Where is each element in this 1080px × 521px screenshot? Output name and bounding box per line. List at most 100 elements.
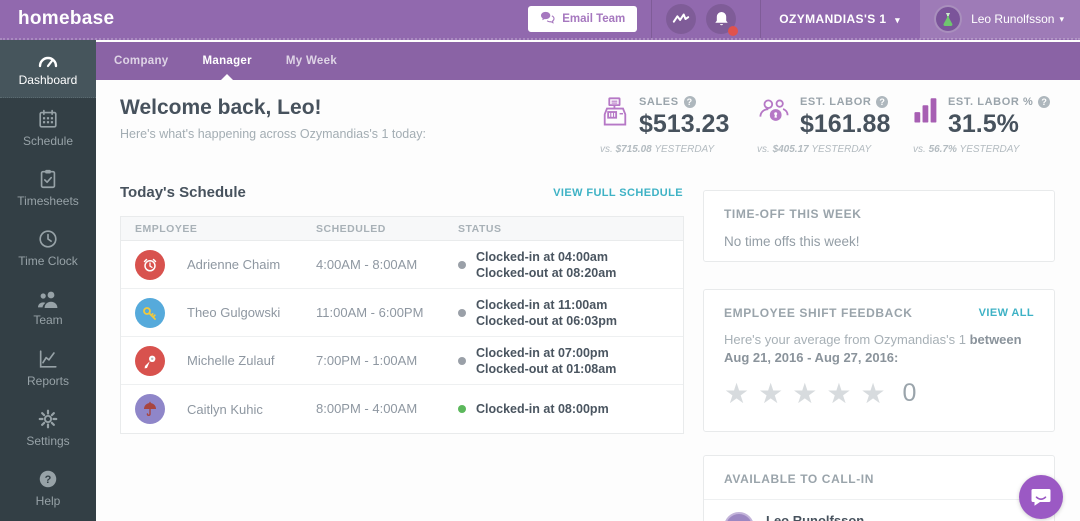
scheduled-time: 8:00PM - 4:00AM: [316, 401, 417, 416]
help-tooltip-icon[interactable]: ?: [1038, 96, 1050, 108]
help-icon: ?: [37, 468, 59, 490]
star-icon: ★: [826, 377, 851, 410]
sidebar-item-team[interactable]: Team: [0, 278, 96, 338]
notifications-button[interactable]: [706, 4, 736, 34]
page-title: Welcome back, Leo!: [120, 96, 322, 120]
bar-chart-icon: [913, 96, 939, 126]
stat-value: $513.23: [639, 110, 729, 139]
chat-smile-icon: [1030, 487, 1052, 507]
stat-label: SALES: [639, 96, 679, 108]
avatar: [135, 250, 165, 280]
clock-icon: [37, 228, 59, 250]
status-text: Clocked-in at 08:00pm: [476, 401, 609, 417]
status-text: Clocked-in at 07:00pm Clocked-out at 01:…: [476, 345, 616, 377]
user-name: Leo Runolfsson: [971, 12, 1054, 26]
support-chat-button[interactable]: [1019, 475, 1063, 519]
table-row: Theo Gulgowski 11:00AM - 6:00PM Clocked-…: [121, 289, 683, 337]
tab-my-week[interactable]: My Week: [282, 42, 341, 80]
team-group-icon: [757, 96, 791, 126]
sidebar-item-label: Help: [36, 494, 61, 508]
activity-button[interactable]: [666, 4, 696, 34]
header-divider: [651, 0, 652, 38]
header-divider: [760, 0, 761, 38]
status-dot: [458, 261, 466, 269]
status-dot: [458, 405, 466, 413]
scheduled-time: 7:00PM - 1:00AM: [316, 353, 417, 368]
microphone-icon: [142, 353, 158, 369]
star-icon: ★: [792, 377, 817, 410]
bell-icon: [714, 11, 729, 27]
timeoff-body: No time offs this week!: [724, 234, 1034, 249]
rating-stars: ★★★★★ 0: [724, 377, 1034, 410]
stat-label: EST. LABOR %: [948, 96, 1033, 108]
callin-employee-name: Leo Runolfsson: [766, 513, 864, 521]
sidebar-item-reports[interactable]: Reports: [0, 338, 96, 398]
stat-comparison: vs. $715.08 YESTERDAY: [600, 144, 729, 155]
table-row: Caitlyn Kuhic 8:00PM - 4:00AM Clocked-in…: [121, 385, 683, 433]
rating-value: 0: [903, 379, 917, 408]
key-icon: [142, 305, 158, 321]
stat-value: $161.88: [800, 110, 890, 139]
help-tooltip-icon[interactable]: ?: [876, 96, 888, 108]
stat-value: 31.5%: [948, 110, 1050, 139]
sidebar-item-label: Team: [33, 313, 62, 327]
activity-icon: [672, 12, 690, 26]
chat-bubble-icon: [540, 11, 555, 27]
feedback-panel: EMPLOYEE SHIFT FEEDBACK VIEW ALL Here's …: [703, 289, 1055, 432]
tab-company[interactable]: Company: [110, 42, 173, 80]
table-row: Adrienne Chaim 4:00AM - 8:00AM Clocked-i…: [121, 241, 683, 289]
status-dot: [458, 357, 466, 365]
callin-title: AVAILABLE TO CALL-IN: [724, 472, 1034, 486]
employee-name: Theo Gulgowski: [187, 305, 280, 320]
sidebar-item-label: Timesheets: [17, 194, 79, 208]
divider: [704, 499, 1054, 500]
status-dot: [458, 309, 466, 317]
company-selector[interactable]: OZYMANDIAS'S 1 ▾: [779, 12, 900, 26]
sidebar: Dashboard Schedule Timesheets Time Clock…: [0, 40, 96, 521]
sidebar-item-schedule[interactable]: Schedule: [0, 98, 96, 158]
homebase-dashboard: homebase Email Team OZYMANDIAS'S 1 ▾: [0, 0, 1080, 521]
cash-register-icon: [600, 96, 630, 128]
sidebar-item-help[interactable]: ? Help: [0, 458, 96, 518]
tab-manager[interactable]: Manager: [199, 42, 256, 80]
sidebar-item-label: Schedule: [23, 134, 73, 148]
sidebar-item-label: Time Clock: [18, 254, 78, 268]
avatar: [135, 298, 165, 328]
sidebar-item-dashboard[interactable]: Dashboard: [0, 40, 96, 98]
star-icon: ★: [860, 377, 885, 410]
umbrella-icon: [142, 401, 158, 417]
view-full-schedule-link[interactable]: VIEW FULL SCHEDULE: [553, 187, 683, 199]
help-tooltip-icon[interactable]: ?: [684, 96, 696, 108]
sidebar-item-timesheets[interactable]: Timesheets: [0, 158, 96, 218]
stat-comparison: vs. $405.17 YESTERDAY: [757, 144, 890, 155]
sidebar-item-settings[interactable]: Settings: [0, 398, 96, 458]
callin-panel: AVAILABLE TO CALL-IN Leo Runolfsson EMPL…: [703, 455, 1055, 521]
table-row: Michelle Zulauf 7:00PM - 1:00AM Clocked-…: [121, 337, 683, 385]
avatar: [135, 394, 165, 424]
homebase-logo: homebase: [0, 8, 114, 30]
chevron-down-icon: ▾: [895, 15, 900, 25]
chevron-down-icon: ▾: [1059, 14, 1064, 25]
column-header-scheduled: SCHEDULED: [316, 223, 458, 235]
team-icon: [36, 289, 60, 309]
view-all-link[interactable]: VIEW ALL: [979, 307, 1034, 319]
employee-name: Michelle Zulauf: [187, 353, 274, 368]
stat-label: EST. LABOR: [800, 96, 871, 108]
feedback-body: Here's your average from Ozymandias's 1 …: [724, 331, 1034, 367]
clipboard-icon: [37, 168, 59, 190]
user-menu[interactable]: Leo Runolfsson ▾: [920, 0, 1080, 39]
calendar-icon: [37, 108, 59, 130]
stat-est-labor-pct: EST. LABOR %? 31.5% vs. 56.7% YESTERDAY: [913, 96, 1050, 155]
sidebar-item-time-clock[interactable]: Time Clock: [0, 218, 96, 278]
employee-name: Caitlyn Kuhic: [187, 402, 263, 417]
star-icon: ★: [758, 377, 783, 410]
sidebar-item-label: Dashboard: [19, 73, 78, 87]
status-text: Clocked-in at 11:00am Clocked-out at 06:…: [476, 297, 617, 329]
column-header-status: STATUS: [458, 223, 683, 235]
scheduled-time: 11:00AM - 6:00PM: [316, 305, 423, 320]
status-text: Clocked-in at 04:00am Clocked-out at 08:…: [476, 249, 616, 281]
employee-name: Adrienne Chaim: [187, 257, 280, 272]
email-team-button[interactable]: Email Team: [528, 6, 637, 32]
avatar: [135, 346, 165, 376]
timeoff-panel: TIME-OFF THIS WEEK No time offs this wee…: [703, 190, 1055, 262]
